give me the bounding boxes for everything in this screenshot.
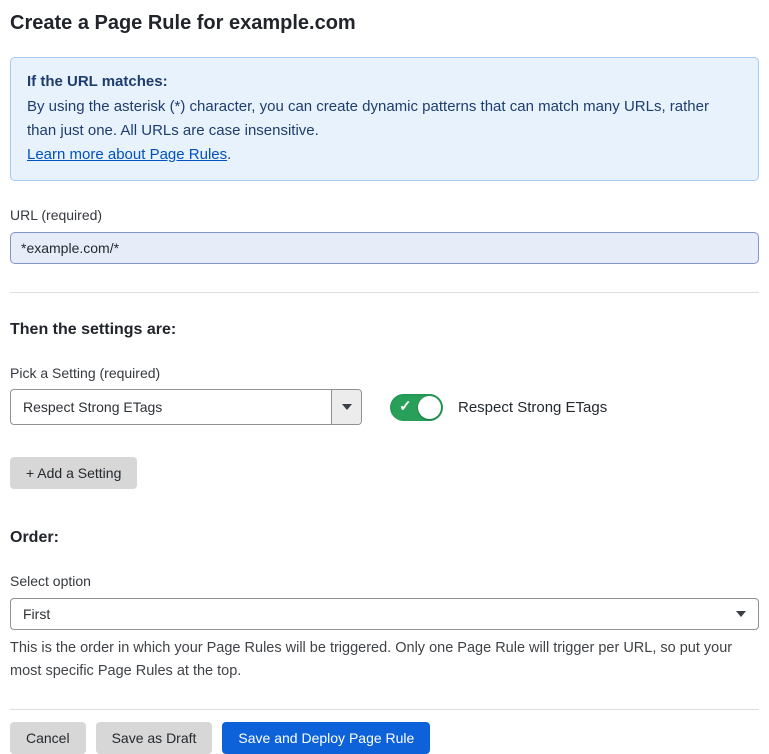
add-setting-button[interactable]: + Add a Setting [10,457,137,489]
order-help-text: This is the order in which your Page Rul… [10,637,759,683]
link-period: . [227,146,231,163]
settings-heading: Then the settings are: [10,321,759,339]
learn-more-link[interactable]: Learn more about Page Rules [27,146,227,163]
caret-down-icon [342,404,352,410]
url-match-info-box: If the URL matches: By using the asteris… [10,57,759,181]
footer-buttons: Cancel Save as Draft Save and Deploy Pag… [10,722,759,754]
section-divider [10,292,759,293]
order-select[interactable]: First [10,598,759,630]
check-icon: ✓ [399,399,412,414]
create-page-rule-form: Create a Page Rule for example.com If th… [10,12,759,754]
chevron-down-icon [736,611,746,617]
info-box-body: By using the asterisk (*) character, you… [27,95,742,143]
url-label: URL (required) [10,207,759,223]
setting-select[interactable]: Respect Strong ETags [10,389,362,425]
cancel-button[interactable]: Cancel [10,722,86,754]
save-as-draft-button[interactable]: Save as Draft [96,722,213,754]
setting-row: Respect Strong ETags ✓ Respect Strong ET… [10,389,759,425]
page-title: Create a Page Rule for example.com [10,12,759,35]
order-heading: Order: [10,529,759,547]
respect-strong-etags-toggle[interactable]: ✓ [390,394,443,421]
toggle-knob [418,396,441,419]
select-option-label: Select option [10,573,759,589]
url-input[interactable] [10,232,759,264]
toggle-label: Respect Strong ETags [458,399,607,416]
pick-setting-label: Pick a Setting (required) [10,365,759,381]
info-link-row: Learn more about Page Rules. [27,143,742,167]
setting-select-value: Respect Strong ETags [11,390,331,424]
order-select-value: First [23,606,50,622]
setting-select-caret-button[interactable] [331,390,361,424]
info-box-heading: If the URL matches: [27,70,742,94]
footer-divider [10,709,759,710]
save-and-deploy-button[interactable]: Save and Deploy Page Rule [222,722,430,754]
